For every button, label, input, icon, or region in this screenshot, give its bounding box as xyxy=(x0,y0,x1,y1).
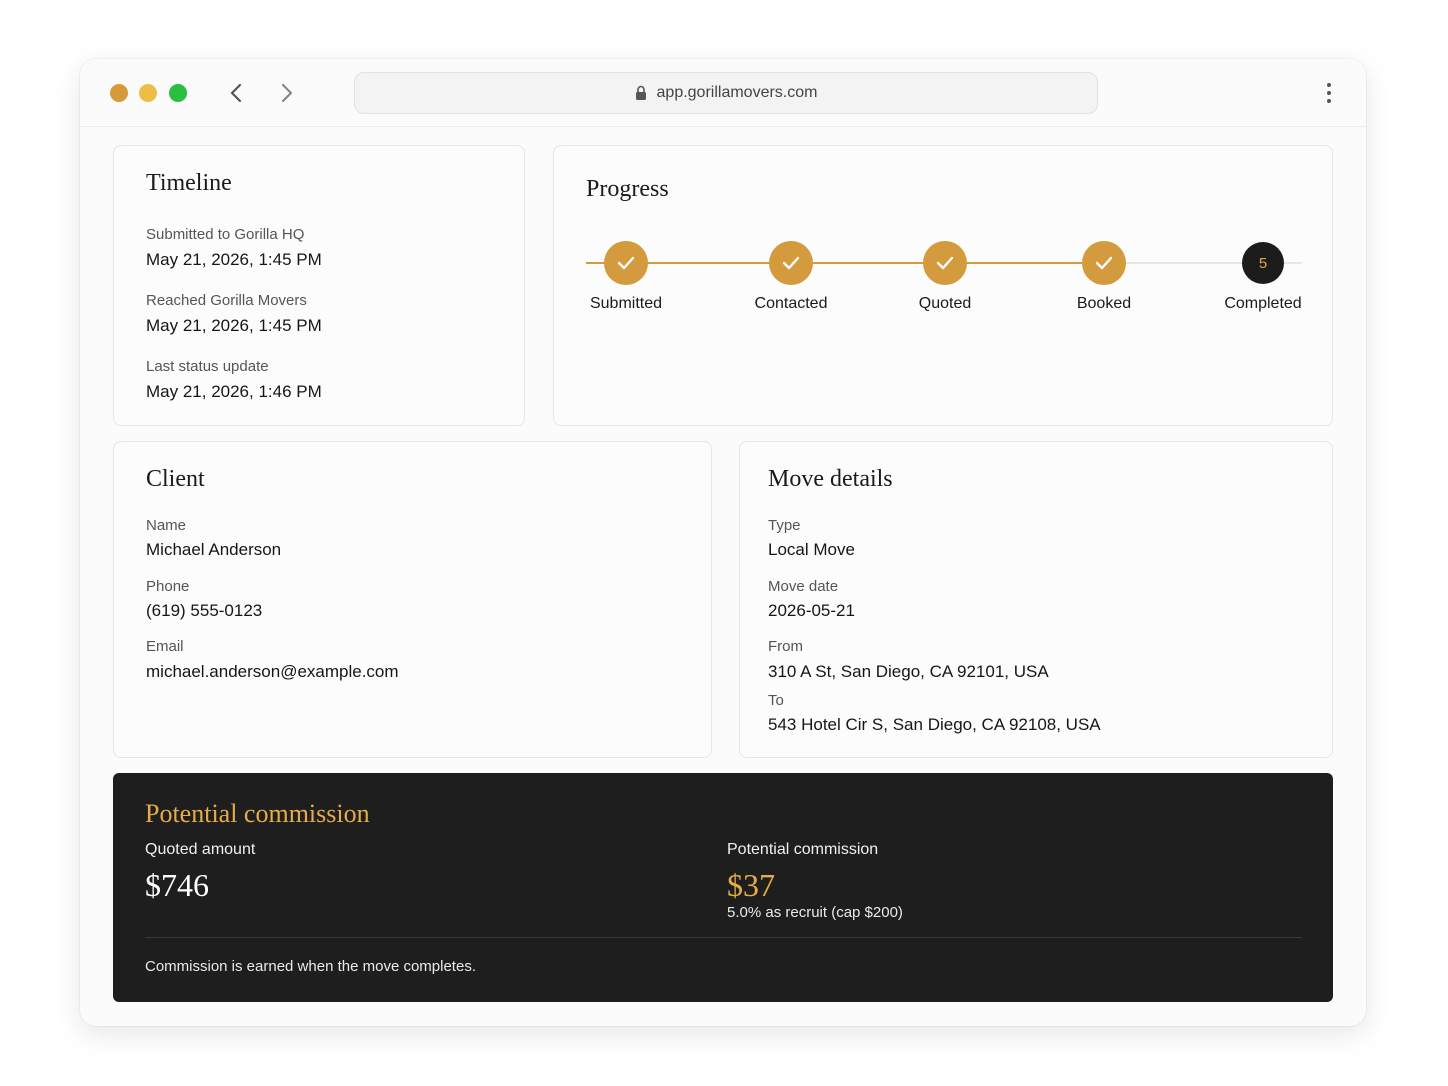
checkmark-icon xyxy=(936,256,954,270)
client-field-label: Name xyxy=(146,517,187,534)
move-field-label: From xyxy=(768,638,803,655)
back-button[interactable] xyxy=(221,77,251,109)
timeline-value: May 21, 2026, 1:45 PM xyxy=(146,250,322,269)
commission-note: Commission is earned when the move compl… xyxy=(145,958,476,975)
commission-detail: 5.0% as recruit (cap $200) xyxy=(727,904,903,921)
move-details-title: Move details xyxy=(768,466,893,492)
forward-button[interactable] xyxy=(272,77,302,109)
timeline-label: Submitted to Gorilla HQ xyxy=(146,226,305,243)
checkmark-icon xyxy=(782,256,800,270)
progress-card: Progress 5 Submitted Contacted Quoted Bo… xyxy=(553,145,1333,426)
browser-toolbar: app.gorillamovers.com xyxy=(80,59,1366,127)
potential-commission-label: Potential commission xyxy=(727,841,879,858)
commission-divider xyxy=(145,937,1302,938)
timeline-label: Last status update xyxy=(146,358,269,375)
step-booked-circle xyxy=(1082,241,1126,285)
timeline-card: Timeline Submitted to Gorilla HQ May 21,… xyxy=(113,145,525,426)
client-field-label: Phone xyxy=(146,578,190,595)
client-phone: (619) 555-0123 xyxy=(146,601,263,620)
move-from-address: 310 A St, San Diego, CA 92101, USA xyxy=(768,662,1049,681)
move-field-label: Move date xyxy=(768,578,839,595)
client-title: Client xyxy=(146,466,205,492)
move-date: 2026-05-21 xyxy=(768,601,855,620)
move-type: Local Move xyxy=(768,540,855,559)
client-email: michael.anderson@example.com xyxy=(146,662,399,681)
quoted-amount-value: $746 xyxy=(145,867,209,903)
move-field-label: To xyxy=(768,692,784,709)
client-card: Client Name Michael Anderson Phone (619)… xyxy=(113,441,712,758)
timeline-title: Timeline xyxy=(146,170,232,196)
browser-window: app.gorillamovers.com Timeline Submitted… xyxy=(80,59,1366,1026)
close-window-button[interactable] xyxy=(110,84,128,102)
maximize-window-button[interactable] xyxy=(169,84,187,102)
potential-commission-value: $37 xyxy=(727,867,775,903)
move-field-label: Type xyxy=(768,517,801,534)
chevron-right-icon xyxy=(281,83,293,103)
step-label: Completed xyxy=(1224,295,1302,312)
progress-title: Progress xyxy=(586,176,669,202)
timeline-value: May 21, 2026, 1:45 PM xyxy=(146,316,322,335)
progress-track-fill xyxy=(586,262,1110,264)
commission-title: Potential commission xyxy=(145,799,370,828)
minimize-window-button[interactable] xyxy=(139,84,157,102)
step-quoted-circle xyxy=(923,241,967,285)
step-completed-circle: 5 xyxy=(1242,242,1284,284)
move-details-card: Move details Type Local Move Move date 2… xyxy=(739,441,1333,758)
checkmark-icon xyxy=(1095,256,1113,270)
step-label: Booked xyxy=(1076,295,1132,312)
url-text: app.gorillamovers.com xyxy=(656,84,818,101)
more-options-icon[interactable] xyxy=(1314,79,1344,107)
quoted-amount-label: Quoted amount xyxy=(145,841,256,858)
chevron-left-icon xyxy=(230,83,242,103)
step-label: Submitted xyxy=(589,295,663,312)
client-name: Michael Anderson xyxy=(146,540,282,559)
address-bar[interactable]: app.gorillamovers.com xyxy=(354,72,1098,114)
lock-icon xyxy=(635,85,646,100)
step-contacted-circle xyxy=(769,241,813,285)
move-to-address: 543 Hotel Cir S, San Diego, CA 92108, US… xyxy=(768,715,1101,734)
step-submitted-circle xyxy=(604,241,648,285)
timeline-value: May 21, 2026, 1:46 PM xyxy=(146,382,322,401)
commission-panel: Potential commission Quoted amount $746 … xyxy=(113,773,1333,1002)
step-label: Quoted xyxy=(918,295,972,312)
client-field-label: Email xyxy=(146,638,184,655)
timeline-label: Reached Gorilla Movers xyxy=(146,292,307,309)
step-label: Contacted xyxy=(754,295,828,312)
checkmark-icon xyxy=(617,256,635,270)
